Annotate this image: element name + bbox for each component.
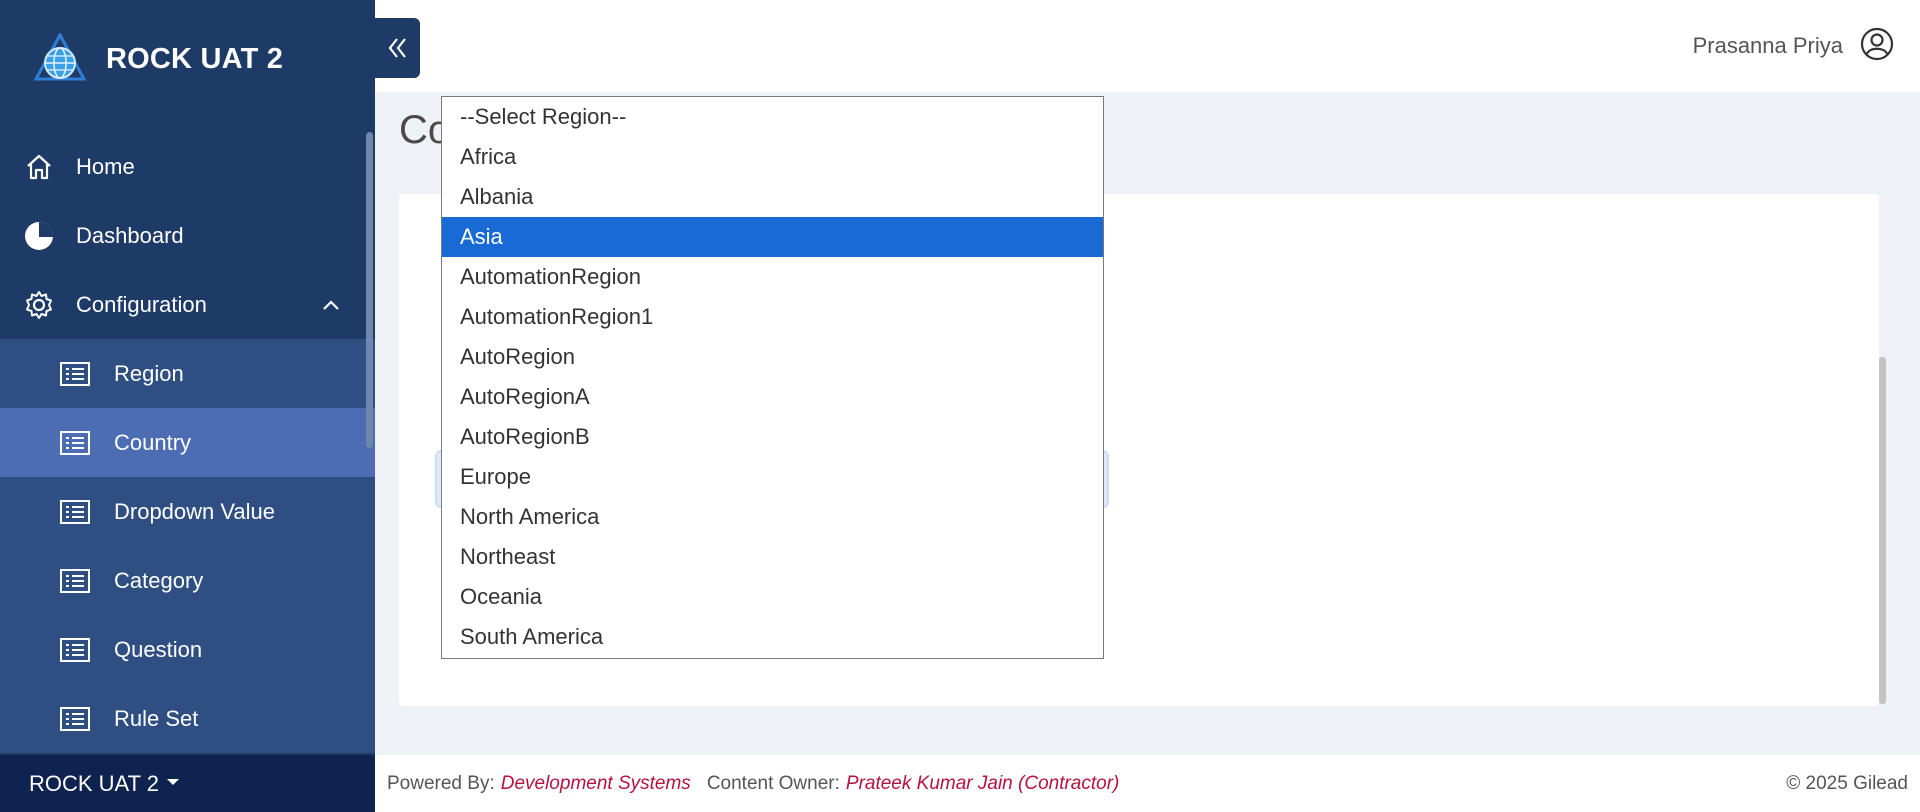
caret-down-icon [167, 778, 179, 785]
sidebar-item-configuration[interactable]: Configuration [0, 270, 375, 339]
sidebar-nav: Home Dashboard Configuration Region Coun… [0, 132, 375, 753]
sidebar-item-region[interactable]: Region [0, 339, 375, 408]
sidebar-item-label: Country [114, 429, 192, 455]
sidebar-item-label: Rule Set [114, 705, 199, 731]
sidebar-item-label: Configuration [76, 291, 207, 317]
dropdown-option-selected[interactable]: Asia [442, 217, 1103, 257]
dropdown-option[interactable]: AutomationRegion1 [442, 297, 1103, 337]
sidebar-scrollbar[interactable] [366, 132, 373, 448]
brand[interactable]: ROCK UAT 2 [34, 33, 283, 85]
dropdown-option[interactable]: --Select Region-- [442, 97, 1103, 137]
top-header: Prasanna Priya [375, 0, 1920, 92]
sidebar: ROCK UAT 2 Home Dashboard Configuration [0, 0, 375, 812]
sidebar-item-dropdown-value[interactable]: Dropdown Value [0, 477, 375, 546]
home-icon [22, 150, 56, 184]
sidebar-item-dashboard[interactable]: Dashboard [0, 201, 375, 270]
page-footer: Powered By: Development Systems Content … [375, 755, 1920, 812]
dropdown-option[interactable]: Europe [442, 457, 1103, 497]
dropdown-option[interactable]: Albania [442, 177, 1103, 217]
pie-chart-icon [22, 219, 56, 253]
user-avatar-icon[interactable] [1860, 27, 1894, 61]
sidebar-item-category[interactable]: Category [0, 546, 375, 615]
sidebar-item-country[interactable]: Country [0, 408, 375, 477]
dropdown-option[interactable]: AutoRegionA [442, 377, 1103, 417]
gear-icon [22, 288, 56, 322]
content-owner-link[interactable]: Prateek Kumar Jain (Contractor) [846, 773, 1120, 795]
dropdown-option[interactable]: Northeast [442, 537, 1103, 577]
user-name[interactable]: Prasanna Priya [1693, 33, 1843, 59]
region-dropdown-list[interactable]: --Select Region-- Africa Albania Asia Au… [441, 96, 1104, 659]
powered-by-link[interactable]: Development Systems [501, 773, 691, 795]
dropdown-option[interactable]: South America [442, 617, 1103, 657]
list-icon [58, 633, 92, 667]
dropdown-option[interactable]: North America [442, 497, 1103, 537]
chevron-up-icon [323, 299, 339, 310]
list-icon [58, 564, 92, 598]
app-name: ROCK UAT 2 [106, 42, 284, 75]
list-icon [58, 702, 92, 736]
sidebar-item-label: Dashboard [76, 222, 184, 248]
sidebar-item-question[interactable]: Question [0, 615, 375, 684]
sidebar-item-rule-set[interactable]: Rule Set [0, 684, 375, 753]
double-chevron-left-icon [388, 38, 406, 58]
environment-label: ROCK UAT 2 [29, 770, 159, 796]
sidebar-item-label: Home [76, 153, 135, 179]
list-icon [58, 495, 92, 529]
sidebar-item-home[interactable]: Home [0, 132, 375, 201]
dropdown-option[interactable]: Africa [442, 137, 1103, 177]
dropdown-option[interactable]: AutoRegion [442, 337, 1103, 377]
content-owner-label: Content Owner: [706, 772, 840, 794]
dropdown-option[interactable]: AutoRegionB [442, 417, 1103, 457]
copyright-text: © 2025 Gilead [1786, 772, 1908, 794]
powered-by-label: Powered By: [387, 772, 495, 794]
sidebar-item-label: Region [114, 360, 184, 386]
globe-logo-icon [34, 33, 86, 81]
sidebar-item-label: Dropdown Value [114, 498, 276, 524]
collapse-sidebar-button[interactable] [375, 18, 420, 78]
sidebar-item-label: Question [114, 636, 203, 662]
list-icon [58, 357, 92, 391]
dropdown-option[interactable]: Oceania [442, 577, 1103, 617]
dropdown-option[interactable]: AutomationRegion [442, 257, 1103, 297]
main-scrollbar[interactable] [1879, 357, 1886, 704]
sidebar-item-label: Category [114, 567, 204, 593]
environment-switcher[interactable]: ROCK UAT 2 [0, 755, 375, 812]
list-icon [58, 426, 92, 460]
